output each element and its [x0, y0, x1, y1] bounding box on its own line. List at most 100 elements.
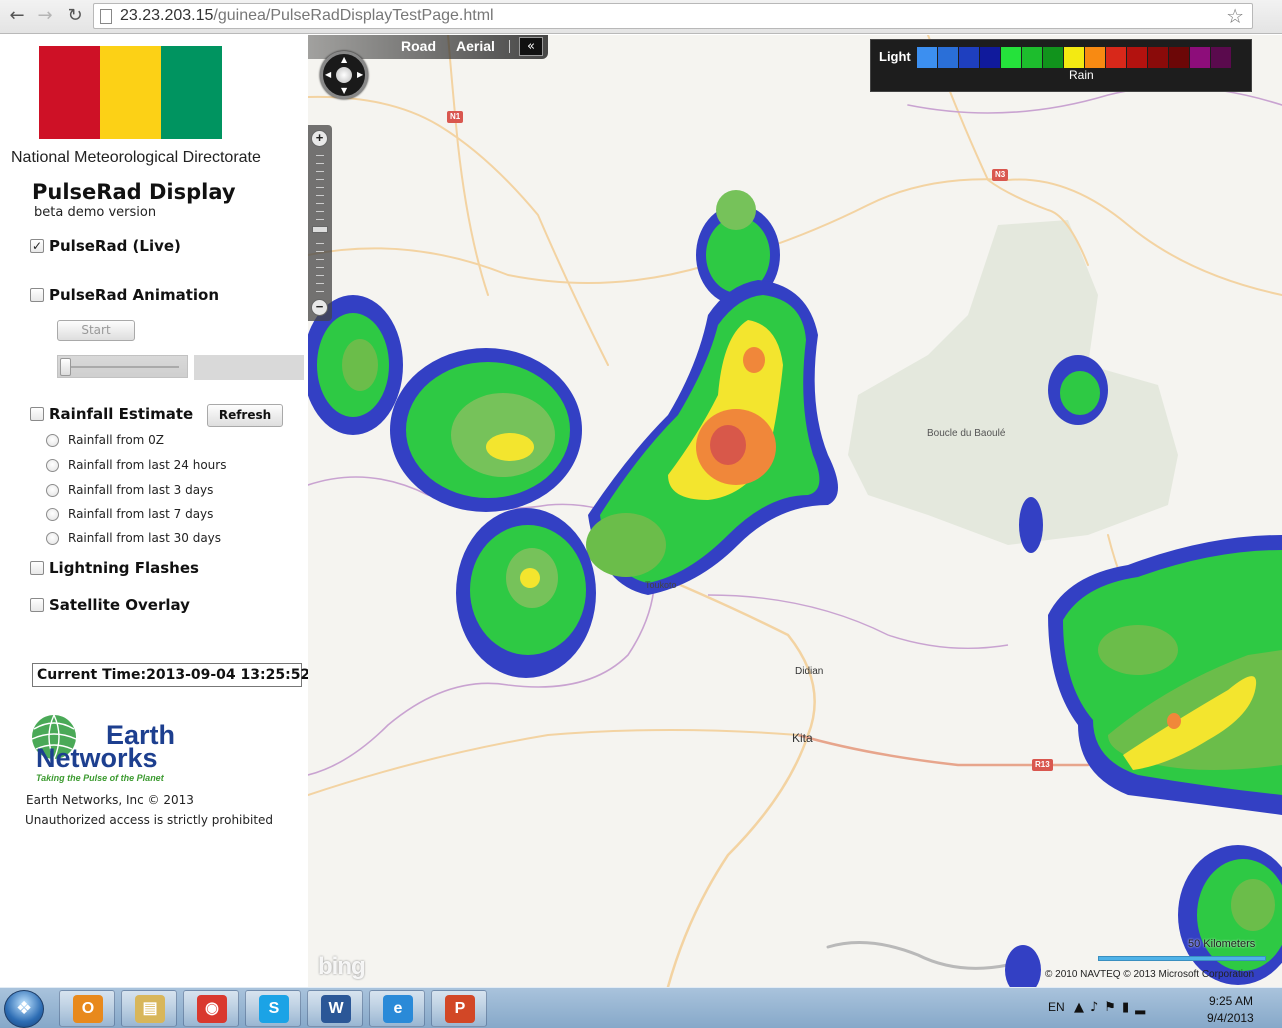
road — [447, 35, 489, 296]
rainfall-estimate-option[interactable]: Rainfall Estimate — [30, 404, 193, 424]
pan-center-icon[interactable] — [336, 67, 352, 83]
bing-logo: bing — [318, 953, 366, 980]
map-attribution: © 2010 NAVTEQ © 2013 Microsoft Corporati… — [1045, 969, 1255, 980]
legend-swatch — [959, 47, 979, 68]
zoom-out-icon[interactable]: − — [311, 299, 328, 316]
system-tray-icons[interactable]: ▲♪⚑▮▂ — [1074, 1000, 1151, 1015]
pan-control[interactable]: ▲ ▼ ◀ ▶ — [320, 51, 368, 99]
echo-green-dark — [342, 339, 378, 391]
flag-stripe-green — [161, 46, 222, 139]
radio-button[interactable] — [46, 433, 59, 447]
chrome-icon: ◉ — [197, 995, 227, 1023]
zoom-in-icon[interactable]: + — [311, 130, 328, 147]
zoom-tick — [316, 155, 324, 156]
park-area — [848, 220, 1178, 545]
forward-icon[interactable]: → — [32, 4, 58, 28]
legend-swatch — [1148, 47, 1168, 68]
rainfall-option-label: Rainfall from last 24 hours — [68, 458, 227, 472]
rainfall-option-7d[interactable]: Rainfall from last 7 days — [46, 506, 213, 522]
collapse-icon[interactable]: « — [519, 37, 543, 56]
taskbar-word-button[interactable]: W — [307, 990, 363, 1027]
back-icon[interactable]: ← — [4, 4, 30, 28]
refresh-button[interactable]: Refresh — [207, 404, 283, 427]
language-indicator[interactable]: EN — [1048, 1000, 1065, 1014]
url-text[interactable]: 23.23.203.15/guinea/PulseRadDisplayTestP… — [120, 7, 494, 25]
reload-icon[interactable]: ↻ — [62, 4, 88, 28]
satellite-overlay-checkbox[interactable] — [30, 598, 44, 612]
pulserad-live-option[interactable]: ✓ PulseRad (Live) — [30, 236, 181, 256]
slider-handle[interactable] — [60, 358, 71, 376]
taskbar-skype-button[interactable]: S — [245, 990, 301, 1027]
outlook-icon: O — [73, 995, 103, 1023]
echo-green-dark — [586, 513, 666, 577]
rainfall-estimate-label: Rainfall Estimate — [49, 405, 194, 423]
echo-yellow — [520, 568, 540, 588]
legend-swatch — [1064, 47, 1084, 68]
scale-bar — [1098, 956, 1266, 961]
app-subtitle: beta demo version — [34, 205, 157, 220]
bookmark-star-icon[interactable]: ☆ — [1226, 4, 1244, 28]
zoom-tick — [316, 243, 324, 244]
zoom-slider-thumb[interactable] — [312, 226, 328, 233]
flag-stripe-yellow — [100, 46, 161, 139]
echo-green-dark — [1098, 625, 1178, 675]
taskbar-powerpoint-button[interactable]: P — [431, 990, 487, 1027]
echo-red — [710, 425, 746, 465]
radio-button[interactable] — [46, 531, 59, 545]
lightning-flashes-option[interactable]: Lightning Flashes — [30, 558, 199, 578]
taskbar-internet-explorer-button[interactable]: e — [369, 990, 425, 1027]
road-shield-r13: R13 — [1032, 759, 1053, 771]
rainfall-option-24h[interactable]: Rainfall from last 24 hours — [46, 457, 226, 473]
zoom-tick — [316, 187, 324, 188]
zoom-tick — [316, 275, 324, 276]
pulserad-live-checkbox[interactable]: ✓ — [30, 239, 44, 253]
pulserad-animation-option[interactable]: PulseRad Animation — [30, 285, 219, 305]
clock-time[interactable]: 9:25 AM — [1209, 994, 1253, 1008]
clock-date[interactable]: 9/4/2013 — [1207, 1011, 1254, 1025]
radio-button[interactable] — [46, 507, 59, 521]
explorer-icon: ▤ — [135, 995, 165, 1023]
pulserad-animation-checkbox[interactable] — [30, 288, 44, 302]
animation-slider[interactable] — [57, 355, 188, 378]
echo-green-dark — [716, 190, 756, 230]
rainfall-option-label: Rainfall from last 3 days — [68, 483, 214, 497]
legend-swatch — [917, 47, 937, 68]
access-notice: Unauthorized access is strictly prohibit… — [25, 813, 274, 827]
start-animation-button[interactable]: Start — [57, 320, 135, 341]
echo-green-dark — [1231, 879, 1275, 931]
pan-right-icon[interactable]: ▶ — [357, 70, 363, 79]
taskbar-outlook-button[interactable]: O — [59, 990, 115, 1027]
rainfall-option-3d[interactable]: Rainfall from last 3 days — [46, 482, 213, 498]
legend-swatch — [1190, 47, 1210, 68]
radio-button[interactable] — [46, 458, 59, 472]
echo-blue — [1019, 497, 1043, 553]
zoom-tick — [316, 291, 324, 292]
satellite-overlay-option[interactable]: Satellite Overlay — [30, 595, 190, 615]
road-shield-n3: N3 — [992, 169, 1009, 181]
powerpoint-icon: P — [445, 995, 475, 1023]
pan-up-icon[interactable]: ▲ — [341, 55, 347, 64]
zoom-control[interactable]: + − — [308, 125, 332, 321]
start-button[interactable]: ❖ — [4, 990, 44, 1028]
rain-legend: Light Rain — [870, 39, 1252, 92]
rainfall-estimate-checkbox[interactable] — [30, 407, 44, 421]
taskbar-chrome-button[interactable]: ◉ — [183, 990, 239, 1027]
pan-left-icon[interactable]: ◀ — [325, 70, 331, 79]
radio-button[interactable] — [46, 483, 59, 497]
rainfall-option-0z[interactable]: Rainfall from 0Z — [46, 432, 164, 448]
echo-orange — [1167, 713, 1181, 729]
zoom-tick — [316, 259, 324, 260]
lightning-flashes-checkbox[interactable] — [30, 561, 44, 575]
address-bar[interactable]: 23.23.203.15/guinea/PulseRadDisplayTestP… — [93, 3, 1253, 29]
echo-orange — [743, 347, 765, 373]
taskbar-explorer-button[interactable]: ▤ — [121, 990, 177, 1027]
aerial-view-button[interactable]: Aerial — [456, 38, 495, 54]
pan-down-icon[interactable]: ▼ — [341, 86, 347, 95]
legend-swatch — [1106, 47, 1126, 68]
map-canvas[interactable] — [308, 35, 1282, 987]
road-view-button[interactable]: Road — [401, 38, 436, 54]
windows-taskbar: ❖ O ▤ ◉ S We P EN ▲♪⚑▮▂ 9:25 AM 9/4/2013 — [0, 987, 1282, 1028]
rainfall-option-30d[interactable]: Rainfall from last 30 days — [46, 530, 221, 546]
legend-swatch — [1043, 47, 1063, 68]
radar-map[interactable]: Road Aerial « ▲ ▼ ◀ ▶ + − Light Rain N1 … — [308, 35, 1282, 987]
